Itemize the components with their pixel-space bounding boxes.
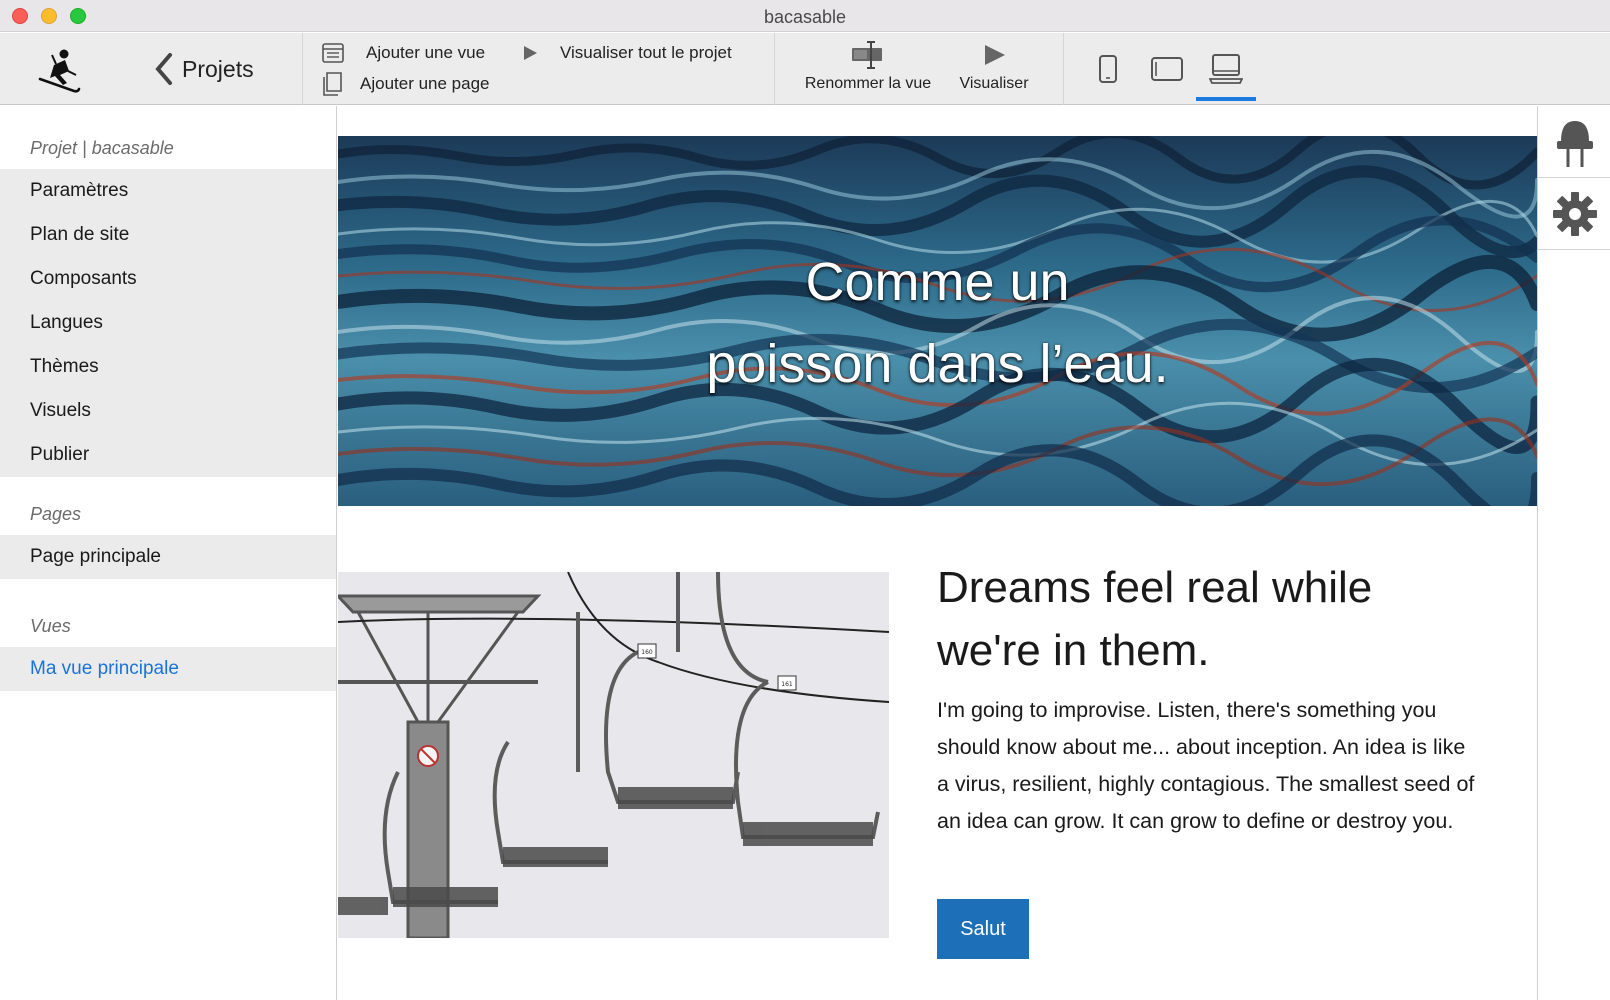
device-tablet-button[interactable] — [1137, 45, 1197, 93]
sidebar-item-page-principale[interactable]: Page principale — [0, 535, 336, 579]
device-desktop-button[interactable] — [1196, 45, 1256, 101]
play-icon — [985, 45, 1005, 65]
sidebar-item-ma-vue-principale[interactable]: Ma vue principale — [0, 647, 336, 691]
section-body-text: I'm going to improvise. Listen, there's … — [937, 698, 1475, 833]
add-page-label: Ajouter une page — [360, 74, 490, 93]
views-section-title: Vues — [30, 616, 71, 636]
desktop-icon — [1209, 54, 1243, 84]
add-page-icon — [323, 72, 342, 96]
chair-number-161: 161 — [781, 681, 793, 688]
back-to-projects-button[interactable]: Projets — [150, 51, 254, 87]
section-heading: Dreams feel real while we're in them. — [937, 556, 1477, 682]
hero-heading: Comme un poisson dans l’eau. — [338, 241, 1537, 405]
settings-button[interactable] — [1538, 178, 1610, 250]
skier-logo-icon — [38, 49, 81, 93]
back-label: Projets — [182, 55, 254, 82]
hero-heading-line-1: Comme un — [805, 252, 1070, 312]
sidebar-item-langues[interactable]: Langues — [0, 301, 336, 345]
preview-all-label: Visualiser tout le projet — [560, 43, 732, 62]
gear-icon — [1552, 191, 1597, 236]
chevron-left-icon — [155, 53, 172, 85]
toolbar: Projets Ajouter une vue Ajouter une page… — [0, 33, 1610, 105]
tablet-icon — [1151, 57, 1183, 81]
preview-button[interactable]: Visualiser — [954, 39, 1034, 93]
project-section-title: Projet | bacasable — [30, 138, 174, 158]
window-title: bacasable — [763, 7, 847, 27]
plugin-button[interactable] — [1538, 106, 1610, 178]
hero-heading-line-2: poisson dans l’eau. — [706, 334, 1169, 394]
add-view-icon — [322, 43, 344, 63]
rename-view-label: Renommer la vue — [804, 75, 932, 92]
phone-icon — [1099, 55, 1117, 83]
sidebar-item-themes[interactable]: Thèmes — [0, 345, 336, 389]
add-page-button[interactable]: Ajouter une page — [322, 69, 490, 99]
chairlift-photo[interactable]: 160 161 — [338, 572, 889, 938]
pages-menu: Page principale — [0, 535, 336, 579]
sidebar-item-parametres[interactable]: Paramètres — [0, 169, 336, 213]
pages-section-title: Pages — [30, 504, 82, 524]
add-view-button[interactable]: Ajouter une vue — [322, 38, 485, 68]
device-phone-button[interactable] — [1078, 45, 1138, 93]
section-heading-line-1: Dreams feel real while — [937, 563, 1373, 612]
sidebar: Projet | bacasable Paramètres Plan de si… — [0, 106, 337, 1000]
preview-label: Visualiser — [959, 75, 1029, 92]
hero-banner[interactable]: Comme un poisson dans l’eau. — [338, 136, 1537, 506]
right-panel — [1537, 106, 1610, 1000]
salut-button[interactable]: Salut — [937, 899, 1029, 959]
chairlift-image: 160 161 — [338, 572, 889, 938]
content-block: Dreams feel real while we're in them. I'… — [937, 556, 1477, 840]
section-heading-line-2: we're in them. — [937, 626, 1210, 675]
plug-icon — [1556, 120, 1593, 167]
rename-view-icon — [852, 41, 882, 69]
toolbar-divider — [774, 33, 775, 105]
sidebar-item-composants[interactable]: Composants — [0, 257, 336, 301]
add-view-label: Ajouter une vue — [366, 43, 486, 62]
toolbar-divider — [302, 33, 303, 105]
page-canvas: Comme un poisson dans l’eau. 160 161 Dre… — [338, 106, 1537, 1000]
toolbar-divider — [1063, 33, 1064, 105]
preview-all-button[interactable]: Visualiser tout le projet — [522, 38, 732, 68]
rename-view-button[interactable]: Renommer la vue — [798, 39, 938, 93]
play-icon — [524, 46, 537, 60]
sidebar-item-plan-de-site[interactable]: Plan de site — [0, 213, 336, 257]
window-titlebar: bacasable — [0, 0, 1610, 32]
sidebar-item-visuels[interactable]: Visuels — [0, 389, 336, 433]
sidebar-item-publier[interactable]: Publier — [0, 433, 336, 477]
views-menu: Ma vue principale — [0, 647, 336, 691]
chair-number-160: 160 — [641, 649, 653, 656]
project-menu: Paramètres Plan de site Composants Langu… — [0, 169, 336, 477]
